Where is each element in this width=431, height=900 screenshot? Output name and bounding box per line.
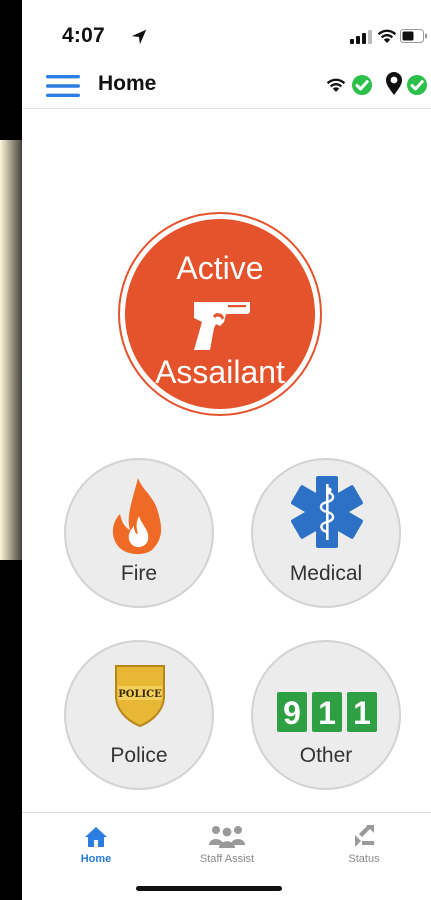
active-assailant-label-line2: Assailant bbox=[155, 354, 285, 390]
police-badge-text: POLICE bbox=[118, 689, 162, 700]
police-button[interactable]: POLICE Police bbox=[64, 640, 214, 790]
tab-home[interactable]: Home bbox=[62, 813, 130, 873]
medical-label: Medical bbox=[289, 562, 363, 585]
handgun-icon bbox=[194, 302, 250, 350]
home-icon bbox=[85, 827, 107, 847]
device-frame: 4:07 Home Active Assailant Fire Medical … bbox=[0, 0, 431, 900]
home-indicator bbox=[136, 886, 282, 891]
fire-label: Fire bbox=[120, 562, 158, 585]
medical-button[interactable]: Medical bbox=[251, 458, 401, 608]
status-icon bbox=[355, 825, 374, 847]
battery-icon bbox=[400, 29, 427, 43]
app-header: Home bbox=[22, 62, 431, 109]
police-badge-icon: POLICE bbox=[115, 665, 165, 728]
location-connected-icon bbox=[386, 72, 427, 95]
digit-2: 1 bbox=[318, 695, 336, 731]
tab-home-label: Home bbox=[80, 853, 112, 865]
police-label: Police bbox=[110, 744, 168, 767]
hamburger-menu-icon[interactable] bbox=[46, 74, 80, 98]
status-bar: 4:07 bbox=[22, 0, 431, 62]
other-button[interactable]: 9 1 1 Other bbox=[251, 640, 401, 790]
active-assailant-label-line1: Active bbox=[176, 250, 264, 286]
location-arrow-icon bbox=[131, 29, 147, 45]
wifi-connected-icon bbox=[326, 75, 372, 95]
star-of-life-icon bbox=[291, 476, 363, 548]
staff-assist-icon bbox=[209, 826, 245, 848]
other-label: Other bbox=[299, 744, 353, 767]
tab-status[interactable]: Status bbox=[334, 813, 394, 873]
tab-status-label: Status bbox=[348, 853, 380, 865]
tab-staff-assist[interactable]: Staff Assist bbox=[182, 813, 272, 873]
page-title: Home bbox=[98, 72, 157, 95]
fire-icon bbox=[112, 478, 162, 555]
status-time: 4:07 bbox=[62, 24, 105, 47]
digit-1: 9 bbox=[283, 695, 301, 731]
wifi-icon bbox=[377, 29, 397, 43]
tab-staff-assist-label: Staff Assist bbox=[199, 853, 255, 865]
active-assailant-button[interactable]: Active Assailant bbox=[118, 212, 322, 416]
cellular-signal-icon bbox=[350, 30, 372, 44]
digit-3: 1 bbox=[353, 695, 371, 731]
nine-one-one-icon: 9 1 1 bbox=[277, 692, 377, 732]
phone-screen: 4:07 Home Active Assailant Fire Medical … bbox=[22, 0, 431, 900]
fire-button[interactable]: Fire bbox=[64, 458, 214, 608]
